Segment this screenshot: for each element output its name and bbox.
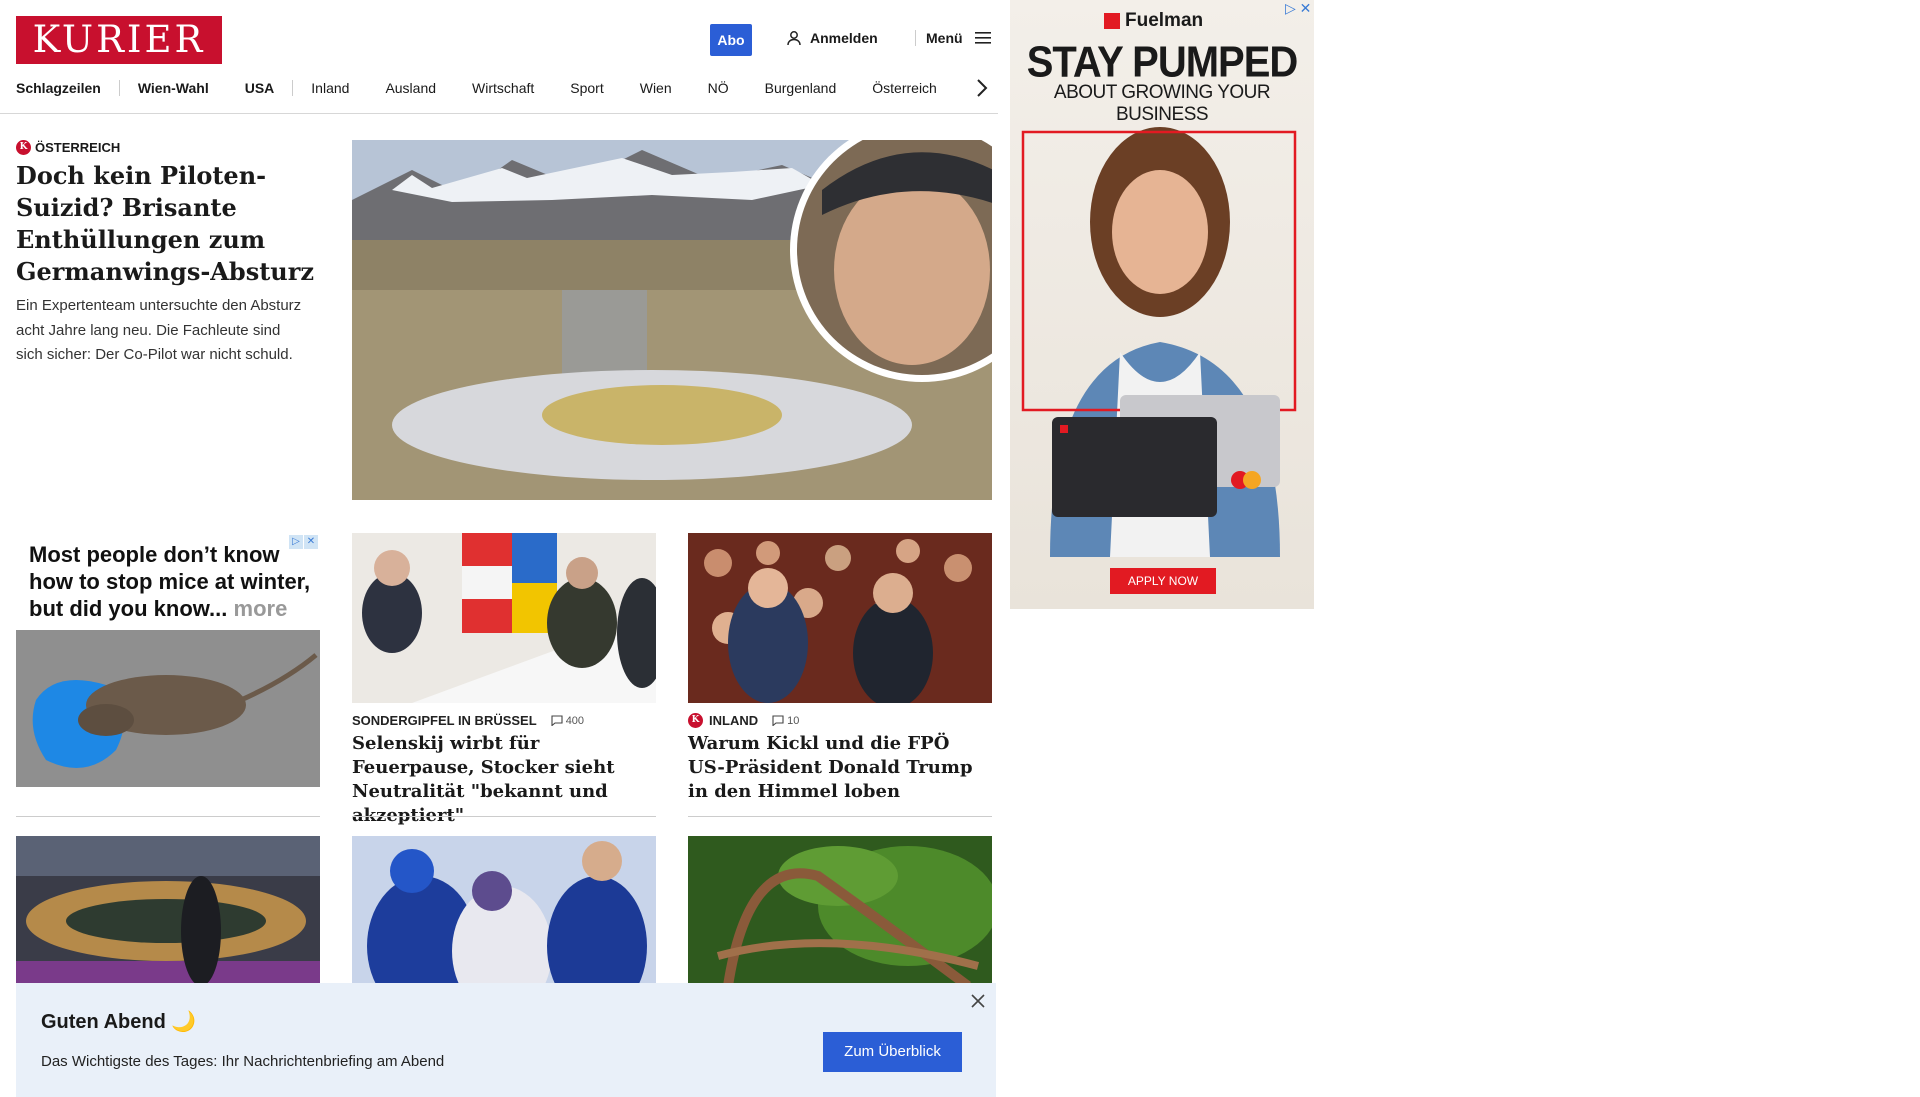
briefing-title: Guten Abend 🌙 — [41, 1011, 197, 1033]
fuelman-brand: Fuelman — [1125, 10, 1204, 31]
card-headline-brussels[interactable]: Selenskij wirbt für Feuerpause, Stocker … — [352, 732, 656, 828]
nav-item-sport[interactable]: Sport — [570, 80, 603, 96]
card-image-ski-jump[interactable] — [352, 836, 656, 986]
nav-item-burgenland[interactable]: Burgenland — [765, 80, 837, 96]
ad-mice-image — [16, 630, 320, 787]
site-header: KURIER Abo Anmelden Menü Schlagzeilen Wi… — [0, 0, 998, 114]
divider — [688, 816, 992, 817]
comment-count[interactable]: 10 — [772, 715, 799, 727]
nav-item-noe[interactable]: NÖ — [708, 80, 729, 96]
abo-button[interactable]: Abo — [710, 24, 752, 56]
category-nav: Schlagzeilen Wien-Wahl USA Inland Auslan… — [16, 80, 937, 96]
close-icon[interactable]: ✕ — [304, 535, 318, 549]
nav-divider — [292, 80, 294, 96]
card-meta-kickl: K INLAND 10 — [688, 713, 799, 728]
comment-count[interactable]: 400 — [551, 715, 584, 727]
user-icon — [787, 31, 801, 46]
ad-headline: STAY PUMPED — [1026, 37, 1299, 87]
lead-headline[interactable]: Doch kein Piloten-Suizid? Brisante Enthü… — [16, 160, 316, 288]
nav-item-wien-wahl[interactable]: Wien-Wahl — [138, 80, 209, 96]
kurier-logo[interactable]: KURIER — [16, 16, 222, 64]
login-button[interactable]: Anmelden — [786, 30, 878, 46]
divider — [352, 816, 656, 817]
fuelman-square-icon — [1104, 13, 1120, 29]
nav-item-oesterreich[interactable]: Österreich — [872, 80, 937, 96]
ad-mice[interactable]: Most people don’t know how to stop mice … — [16, 533, 320, 787]
nav-item-inland[interactable]: Inland — [311, 80, 349, 96]
apply-now-button[interactable]: APPLY NOW — [1110, 568, 1216, 594]
lead-teaser: Ein Expertenteam untersuchte den Absturz… — [16, 297, 302, 363]
kurier-k-icon: K — [688, 713, 703, 728]
comment-count-value: 400 — [565, 714, 585, 727]
card-category[interactable]: INLAND — [709, 713, 758, 728]
card-category[interactable]: SONDERGIPFEL IN BRÜSSEL — [352, 713, 537, 728]
lead-category[interactable]: K ÖSTERREICH — [16, 140, 120, 155]
overview-button[interactable]: Zum Überblick — [823, 1032, 962, 1072]
fuelman-logo: Fuelman — [1104, 10, 1203, 32]
card-image-herbs[interactable] — [688, 836, 992, 986]
chevron-right-icon — [977, 79, 988, 97]
divider — [16, 816, 320, 817]
comment-icon — [551, 715, 563, 726]
login-label: Anmelden — [810, 30, 878, 46]
adchoices-close[interactable]: ▷ ✕ — [1285, 0, 1311, 17]
comment-count-value: 10 — [787, 714, 800, 727]
card-image-kickl[interactable] — [688, 533, 992, 703]
ad-mice-text: Most people don’t know how to stop mice … — [29, 541, 319, 622]
nav-item-ausland[interactable]: Ausland — [385, 80, 436, 96]
card-meta-brussels: SONDERGIPFEL IN BRÜSSEL 400 — [352, 713, 584, 728]
nav-item-schlagzeilen[interactable]: Schlagzeilen — [16, 80, 101, 96]
lead-image[interactable] — [352, 140, 992, 500]
lead-category-label: ÖSTERREICH — [35, 140, 121, 155]
card-image-brussels[interactable] — [352, 533, 656, 703]
close-button[interactable] — [971, 991, 985, 1014]
ad-fuelman[interactable]: Fuelman ▷ ✕ STAY PUMPED ABOUT GROWING YO… — [1010, 0, 1314, 609]
hamburger-icon — [974, 32, 991, 44]
nav-item-usa[interactable]: USA — [245, 80, 275, 96]
adchoices-icon: ▷ — [289, 535, 303, 549]
adchoices[interactable]: ▷ ✕ — [289, 535, 318, 549]
kurier-k-icon: K — [16, 140, 31, 155]
ad-fuelman-image — [1021, 127, 1297, 557]
card-image-eu-summit[interactable] — [16, 836, 320, 986]
menu-button[interactable]: Menü — [915, 30, 991, 46]
card-headline-kickl[interactable]: Warum Kickl und die FPÖ US-Präsident Don… — [688, 732, 992, 804]
nav-item-wirtschaft[interactable]: Wirtschaft — [472, 80, 534, 96]
nav-next-button[interactable] — [976, 78, 988, 104]
nav-item-wien[interactable]: Wien — [640, 80, 672, 96]
nav-divider — [118, 80, 120, 96]
close-icon — [971, 994, 985, 1008]
ad-mice-more[interactable]: more — [234, 596, 288, 621]
menu-label: Menü — [926, 30, 963, 46]
briefing-subtitle: Das Wichtigste des Tages: Ihr Nachrichte… — [41, 1053, 445, 1070]
comment-icon — [772, 715, 784, 726]
